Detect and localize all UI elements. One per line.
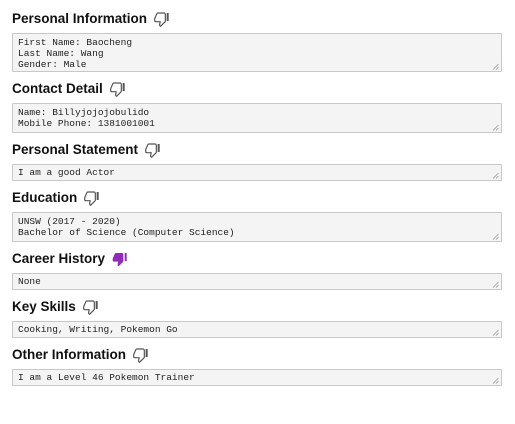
resize-grip-icon[interactable] <box>492 280 499 288</box>
section-career-history: Career History None <box>12 248 502 290</box>
resize-grip-icon[interactable] <box>492 171 499 179</box>
section-title: Other Information <box>12 347 126 362</box>
thumbs-down-outline-icon[interactable] <box>109 80 127 98</box>
resume-feedback-form: Personal Information First Name: Baochen… <box>0 0 515 386</box>
resize-grip-icon[interactable] <box>492 232 499 240</box>
section-title: Career History <box>12 251 106 266</box>
thumbs-down-outline-icon[interactable] <box>82 298 100 316</box>
resize-grip-icon[interactable] <box>492 123 499 131</box>
section-title: Personal Statement <box>12 142 139 157</box>
section-content-textarea[interactable]: Name: Billyjojojobulido Mobile Phone: 13… <box>12 103 502 133</box>
section-content-textarea[interactable]: I am a Level 46 Pokemon Trainer <box>12 369 502 386</box>
section-key-skills: Key Skills Cooking, Writing, Pokemon Go <box>12 296 502 338</box>
section-title: Education <box>12 190 78 205</box>
section-title: Personal Information <box>12 11 148 26</box>
section-personal-statement: Personal Statement I am a good Actor <box>12 139 502 181</box>
thumbs-down-outline-icon[interactable] <box>132 346 150 364</box>
thumbs-down-outline-icon[interactable] <box>83 189 101 207</box>
section-contact-detail: Contact Detail Name: Billyjojojobulido M… <box>12 78 502 133</box>
thumbs-down-outline-icon[interactable] <box>144 141 162 159</box>
resize-grip-icon[interactable] <box>492 328 499 336</box>
section-personal-information: Personal Information First Name: Baochen… <box>12 8 502 72</box>
section-title: Contact Detail <box>12 81 103 96</box>
section-other-information: Other Information I am a Level 46 Pokemo… <box>12 344 502 386</box>
section-content-textarea[interactable]: None <box>12 273 502 290</box>
section-content-textarea[interactable]: Cooking, Writing, Pokemon Go <box>12 321 502 338</box>
section-title: Key Skills <box>12 299 76 314</box>
resize-grip-icon[interactable] <box>492 376 499 384</box>
section-education: Education UNSW (2017 - 2020) Bachelor of… <box>12 187 502 242</box>
section-content-textarea[interactable]: First Name: Baocheng Last Name: Wang Gen… <box>12 33 502 72</box>
thumbs-down-outline-icon[interactable] <box>153 10 171 28</box>
resize-grip-icon[interactable] <box>492 62 499 70</box>
section-content-textarea[interactable]: UNSW (2017 - 2020) Bachelor of Science (… <box>12 212 502 242</box>
section-content-textarea[interactable]: I am a good Actor <box>12 164 502 181</box>
thumbs-down-filled-icon[interactable] <box>111 250 129 268</box>
